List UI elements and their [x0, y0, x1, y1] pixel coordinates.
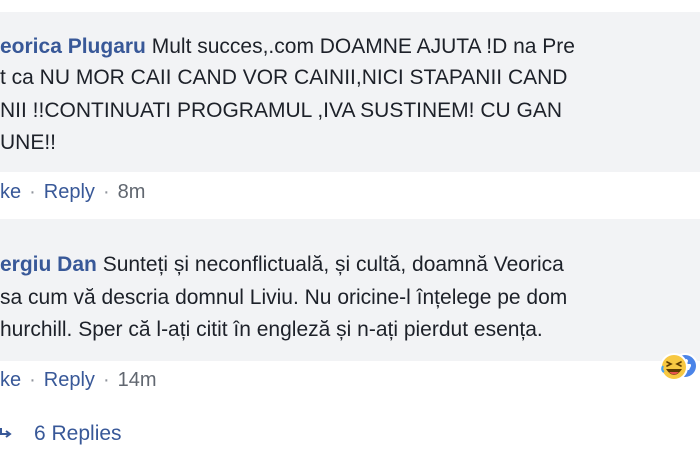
haha-icon: [660, 353, 698, 381]
comment-text-line: sa cum vă descria domnul Liviu. Nu orici…: [0, 286, 568, 309]
comment-author[interactable]: eorica Plugaru: [0, 35, 146, 58]
view-replies-link[interactable]: 6 Replies: [0, 422, 122, 446]
separator: ·: [102, 369, 110, 391]
view-replies-label[interactable]: 6 Replies: [34, 422, 122, 445]
comment-text-line: hurchill. Sper că l-ați citit în engleză…: [0, 318, 543, 341]
comment-text-line: eorica Plugaru Mult succes,.com DOAMNE A…: [0, 35, 575, 58]
comment-text-line: UNE!!: [0, 131, 57, 154]
reply-link[interactable]: Reply: [44, 369, 95, 391]
comment-actions: ke · Reply · 8m: [0, 181, 145, 204]
comment-text-line: ergiu Dan Sunteți și neconflictuală, și …: [0, 253, 564, 276]
comment-text-line: NII !!CONTINUATI PROGRAMUL ,IVA SUSTINEM…: [0, 99, 562, 122]
like-link[interactable]: ke: [0, 369, 21, 391]
like-link[interactable]: ke: [0, 181, 21, 203]
reply-arrow-icon: [0, 422, 34, 446]
separator: ·: [29, 181, 36, 203]
comment-timestamp[interactable]: 14m: [118, 369, 157, 391]
separator: ·: [29, 369, 36, 391]
reaction-summary[interactable]: [660, 350, 700, 384]
comment-actions: ke · Reply · 14m: [0, 369, 157, 392]
reply-link[interactable]: Reply: [44, 181, 95, 203]
separator: ·: [102, 181, 110, 203]
comment-text-line: t ca NU MOR CAII CAND VOR CAINII,NICI ST…: [0, 66, 568, 89]
comment-author[interactable]: ergiu Dan: [0, 253, 97, 276]
comment-timestamp[interactable]: 8m: [118, 181, 146, 203]
